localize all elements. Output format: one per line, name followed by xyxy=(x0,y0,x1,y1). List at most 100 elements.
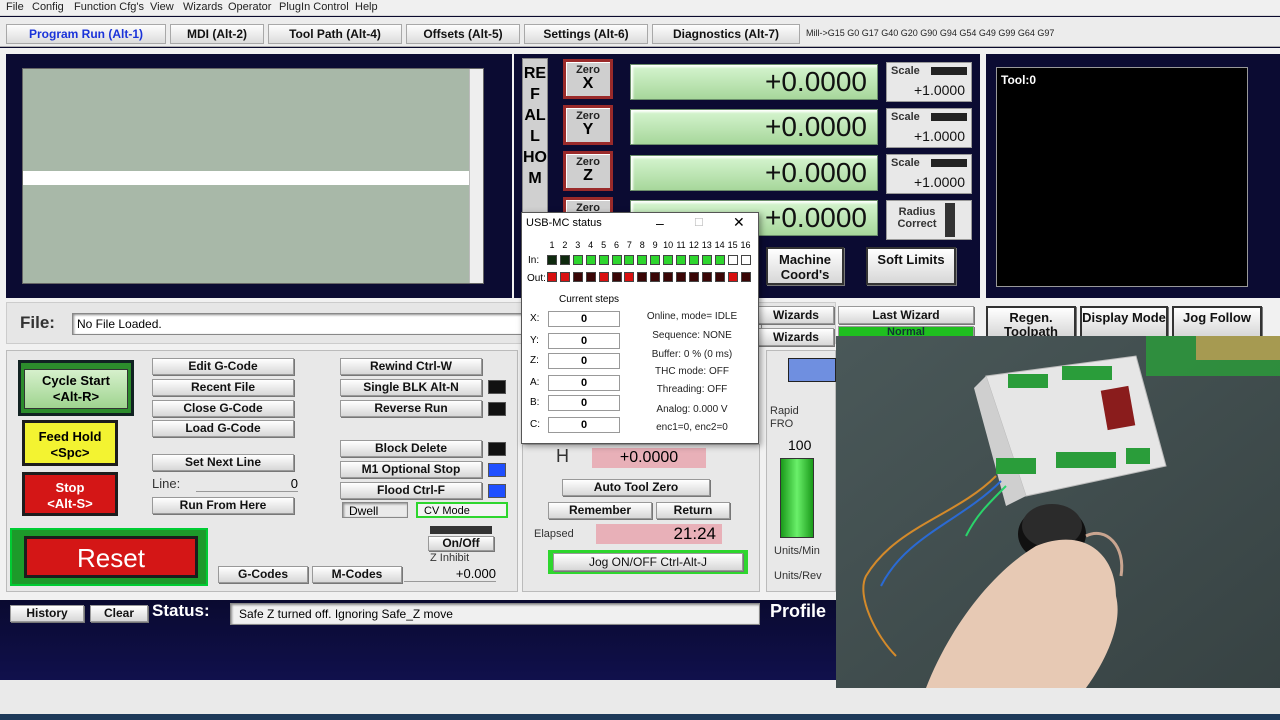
tab-program-run[interactable]: Program Run (Alt-1) xyxy=(6,24,166,44)
history-button[interactable]: History xyxy=(10,605,84,622)
tool-number: Tool:0 xyxy=(1001,73,1037,87)
regen-toolpath-button[interactable]: Regen. Toolpath xyxy=(986,306,1076,338)
recent-file-button[interactable]: Recent File xyxy=(152,379,294,396)
dro-z[interactable]: +0.0000 xyxy=(630,155,878,191)
cycle-start-hotkey: <Alt-R> xyxy=(52,389,100,404)
jog-follow-button[interactable]: Jog Follow xyxy=(1172,306,1262,338)
status-sequence: Sequence: NONE xyxy=(652,330,732,341)
remember-button[interactable]: Remember xyxy=(548,502,652,519)
reverse-run-button[interactable]: Reverse Run xyxy=(340,400,482,417)
input-led xyxy=(727,255,738,265)
dro-x[interactable]: +0.0000 xyxy=(630,64,878,100)
tab-tool-path[interactable]: Tool Path (Alt-4) xyxy=(268,24,402,44)
z-inhibit-value[interactable]: +0.000 xyxy=(404,566,496,582)
status-threading: Threading: OFF xyxy=(656,384,728,395)
close-icon[interactable]: ✕ xyxy=(733,214,745,231)
zero-y-button[interactable]: Zero Y xyxy=(563,105,613,145)
wizards-button-1[interactable]: Wizards xyxy=(758,306,834,324)
m1-optional-stop-button[interactable]: M1 Optional Stop xyxy=(340,461,482,478)
dro-y[interactable]: +0.0000 xyxy=(630,109,878,145)
stop-button[interactable]: Stop <Alt-S> xyxy=(22,472,118,516)
scale-y: Scale +1.0000 xyxy=(886,108,972,148)
step-c-label: C: xyxy=(530,419,540,430)
m1-optional-stop-led xyxy=(488,463,506,477)
tab-settings[interactable]: Settings (Alt-6) xyxy=(524,24,648,44)
usb-channel-number: 5 xyxy=(601,240,607,250)
menu-operator[interactable]: Operator xyxy=(228,1,271,13)
tool-display[interactable]: Tool:0 xyxy=(996,67,1248,287)
menu-file[interactable]: File xyxy=(6,1,24,13)
cycle-start-button[interactable]: Cycle Start <Alt-R> xyxy=(18,360,134,416)
menu-plugin-control[interactable]: PlugIn Control xyxy=(279,1,349,13)
out-label: Out: xyxy=(527,273,546,284)
zero-x-axis: X xyxy=(582,75,594,92)
gcode-display[interactable] xyxy=(22,68,484,284)
clear-button[interactable]: Clear xyxy=(90,605,148,622)
last-wizard-button[interactable]: Last Wizard xyxy=(838,306,974,324)
flood-button[interactable]: Flood Ctrl-F xyxy=(340,482,482,499)
zero-x-button[interactable]: Zero X xyxy=(563,59,613,99)
step-y-value: 0 xyxy=(548,333,620,349)
zero-y-axis: Y xyxy=(582,121,594,138)
scale-x: Scale +1.0000 xyxy=(886,62,972,102)
set-next-line-button[interactable]: Set Next Line xyxy=(152,454,294,471)
usb-channel-number: 14 xyxy=(714,240,725,250)
gcodes-button[interactable]: G-Codes xyxy=(218,566,308,583)
z-inhibit-onoff-button[interactable]: On/Off xyxy=(428,536,494,551)
step-b-value: 0 xyxy=(548,395,620,411)
mcodes-button[interactable]: M-Codes xyxy=(312,566,402,583)
gcode-scrollbar[interactable] xyxy=(469,69,483,283)
tab-mdi[interactable]: MDI (Alt-2) xyxy=(170,24,264,44)
reverse-run-led xyxy=(488,402,506,416)
menu-function-cfgs[interactable]: Function Cfg's xyxy=(74,1,144,13)
auto-tool-zero-button[interactable]: Auto Tool Zero xyxy=(562,479,710,496)
menu-help[interactable]: Help xyxy=(355,1,378,13)
scale-y-indicator xyxy=(931,113,967,121)
camera-overlay-photo xyxy=(836,336,1280,688)
step-z-label: Z: xyxy=(530,355,539,366)
output-led xyxy=(598,272,609,282)
reset-button[interactable]: Reset xyxy=(24,536,198,578)
close-gcode-button[interactable]: Close G-Code xyxy=(152,400,294,417)
feed-hold-button[interactable]: Feed Hold <Spc> xyxy=(22,420,118,466)
step-y-label: Y: xyxy=(530,335,539,346)
scale-z-value[interactable]: +1.0000 xyxy=(914,174,965,190)
run-from-here-button[interactable]: Run From Here xyxy=(152,497,294,514)
soft-limits-button[interactable]: Soft Limits xyxy=(866,247,956,285)
minimize-icon[interactable]: – xyxy=(656,215,664,231)
z-inhibit-led xyxy=(430,526,492,534)
jog-onoff-button[interactable]: Jog ON/OFF Ctrl-Alt-J xyxy=(553,553,743,571)
tab-diagnostics[interactable]: Diagnostics (Alt-7) xyxy=(652,24,800,44)
units-min-label: Units/Min xyxy=(774,545,820,557)
single-block-button[interactable]: Single BLK Alt-N xyxy=(340,379,482,396)
radius-correct-button[interactable]: Radius Correct xyxy=(886,200,972,240)
usb-channel-number: 16 xyxy=(740,240,751,250)
display-mode-button[interactable]: Display Mode xyxy=(1080,306,1168,338)
return-button[interactable]: Return xyxy=(656,502,730,519)
elapsed-label: Elapsed xyxy=(534,528,574,540)
load-gcode-button[interactable]: Load G-Code xyxy=(152,420,294,437)
menu-config[interactable]: Config xyxy=(32,1,64,13)
input-led xyxy=(740,255,751,265)
edit-gcode-button[interactable]: Edit G-Code xyxy=(152,358,294,375)
scale-x-value[interactable]: +1.0000 xyxy=(914,82,965,98)
screen-tab-bar: Program Run (Alt-1) MDI (Alt-2) Tool Pat… xyxy=(0,17,1280,47)
tab-offsets[interactable]: Offsets (Alt-5) xyxy=(406,24,520,44)
machine-coords-button[interactable]: Machine Coord's xyxy=(766,247,844,285)
output-led xyxy=(676,272,686,282)
usb-channel-number: 1 xyxy=(549,240,555,250)
input-led xyxy=(701,255,712,265)
block-delete-button[interactable]: Block Delete xyxy=(340,440,482,457)
rewind-button[interactable]: Rewind Ctrl-W xyxy=(340,358,482,375)
menu-view[interactable]: View xyxy=(150,1,174,13)
status-encoders: enc1=0, enc2=0 xyxy=(656,422,728,433)
current-steps-label: Current steps xyxy=(559,294,620,305)
flood-led xyxy=(488,484,506,498)
zero-z-button[interactable]: Zero Z xyxy=(563,151,613,191)
wizards-button-2[interactable]: Wizards xyxy=(758,328,834,346)
scale-y-value[interactable]: +1.0000 xyxy=(914,128,965,144)
line-field[interactable]: 0 xyxy=(196,476,298,492)
tool-offset-value[interactable]: +0.0000 xyxy=(592,448,706,468)
rapid-fro-slider[interactable] xyxy=(780,458,814,538)
menu-wizards[interactable]: Wizards xyxy=(183,1,223,13)
